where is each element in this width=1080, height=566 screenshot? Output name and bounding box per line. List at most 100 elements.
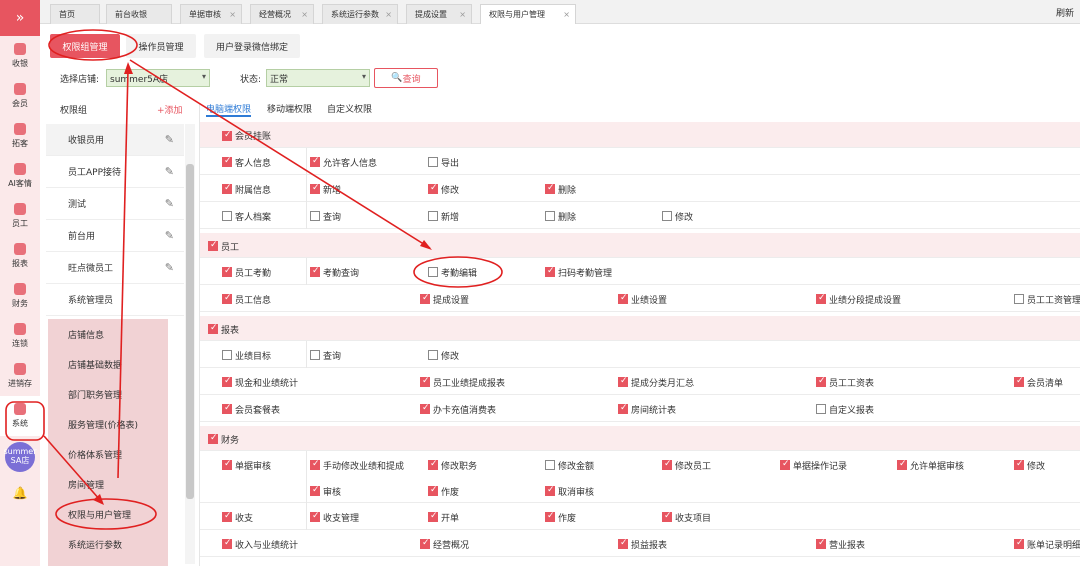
rail-item-2[interactable]: 拓客 bbox=[0, 116, 40, 156]
permission-checkbox[interactable]: 会员清单 bbox=[1014, 376, 1063, 389]
permission-checkbox[interactable]: 导出 bbox=[428, 156, 459, 169]
close-icon[interactable]: × bbox=[563, 10, 570, 19]
permission-checkbox[interactable]: 员工 bbox=[208, 240, 239, 253]
permission-checkbox[interactable]: 报表 bbox=[208, 323, 239, 336]
permission-checkbox[interactable]: 修改 bbox=[428, 349, 459, 362]
permission-checkbox[interactable]: 作废 bbox=[545, 511, 576, 524]
tab-permission-group[interactable]: 权限组管理 bbox=[50, 34, 120, 58]
permission-checkbox[interactable]: 办卡充值消费表 bbox=[420, 403, 496, 416]
permission-checkbox[interactable]: 员工业绩提成报表 bbox=[420, 376, 505, 389]
tab-operator[interactable]: 操作员管理 bbox=[126, 34, 196, 58]
menu-item[interactable]: 服务管理(价格表) bbox=[48, 409, 168, 439]
permission-checkbox[interactable]: 删除 bbox=[545, 183, 576, 196]
group-item[interactable]: 测试 ✎ bbox=[46, 188, 184, 220]
menu-item[interactable]: 权限与用户管理 bbox=[48, 499, 168, 529]
close-icon[interactable]: × bbox=[459, 10, 466, 19]
permission-checkbox[interactable]: 取消审核 bbox=[545, 485, 594, 498]
tab-custom-permission[interactable]: 自定义权限 bbox=[327, 102, 372, 115]
permission-checkbox[interactable]: 损益报表 bbox=[618, 538, 667, 551]
permission-checkbox[interactable]: 单据操作记录 bbox=[780, 459, 847, 472]
permission-checkbox[interactable]: 开单 bbox=[428, 511, 459, 524]
permission-checkbox[interactable]: 查询 bbox=[310, 210, 341, 223]
permission-checkbox[interactable]: 修改职务 bbox=[428, 459, 477, 472]
permission-checkbox[interactable]: 扫码考勤管理 bbox=[545, 266, 612, 279]
query-button[interactable]: 🔍 查询 bbox=[374, 68, 438, 88]
tab-6[interactable]: 权限与用户管理 × bbox=[480, 4, 576, 24]
permission-checkbox[interactable]: 员工信息 bbox=[222, 293, 271, 306]
menu-item[interactable]: 部门职务管理 bbox=[48, 379, 168, 409]
rail-item-4[interactable]: 员工 bbox=[0, 196, 40, 236]
permission-checkbox[interactable]: 查询 bbox=[310, 349, 341, 362]
permission-checkbox[interactable]: 提成设置 bbox=[420, 293, 469, 306]
permission-checkbox[interactable]: 员工工资管理 bbox=[1014, 293, 1080, 306]
close-icon[interactable]: × bbox=[301, 10, 308, 19]
permission-checkbox[interactable]: 会员挂账 bbox=[222, 129, 271, 142]
permission-checkbox[interactable]: 新增 bbox=[428, 210, 459, 223]
menu-item[interactable]: 店铺信息 bbox=[48, 319, 168, 349]
permission-checkbox[interactable]: 账单记录明细 bbox=[1014, 538, 1080, 551]
rail-item-5[interactable]: 报表 bbox=[0, 236, 40, 276]
pencil-icon[interactable]: ✎ bbox=[165, 197, 174, 210]
permission-checkbox[interactable]: 收支管理 bbox=[310, 511, 359, 524]
permission-checkbox[interactable]: 修改 bbox=[662, 210, 693, 223]
tab-pc-permission[interactable]: 电脑端权限 bbox=[206, 102, 252, 117]
permission-checkbox[interactable]: 收支 bbox=[222, 511, 253, 524]
refresh-button[interactable]: 刷新 bbox=[1056, 6, 1074, 19]
permission-checkbox[interactable]: 作废 bbox=[428, 485, 459, 498]
permission-checkbox[interactable]: 单据审核 bbox=[222, 459, 271, 472]
permission-checkbox[interactable]: 审核 bbox=[310, 485, 341, 498]
permission-checkbox[interactable]: 员工工资表 bbox=[816, 376, 874, 389]
permission-checkbox[interactable]: 附属信息 bbox=[222, 183, 271, 196]
permission-checkbox[interactable]: 业绩目标 bbox=[222, 349, 271, 362]
permission-checkbox[interactable]: 收支项目 bbox=[662, 511, 711, 524]
expand-icon[interactable]: » bbox=[0, 0, 40, 36]
permission-checkbox[interactable]: 会员套餐表 bbox=[222, 403, 280, 416]
menu-item[interactable]: 价格体系管理 bbox=[48, 439, 168, 469]
close-icon[interactable]: × bbox=[385, 10, 392, 19]
permission-checkbox[interactable]: 考勤查询 bbox=[310, 266, 359, 279]
permission-checkbox[interactable]: 财务 bbox=[208, 433, 239, 446]
permission-checkbox[interactable]: 提成分类月汇总 bbox=[618, 376, 694, 389]
permission-checkbox[interactable]: 修改员工 bbox=[662, 459, 711, 472]
permission-checkbox[interactable]: 允许单据审核 bbox=[897, 459, 964, 472]
store-select[interactable]: summer5A店 ▾ bbox=[106, 69, 210, 87]
group-item[interactable]: 收银员用 ✎ bbox=[46, 124, 184, 156]
permission-checkbox[interactable]: 手动修改业绩和提成 bbox=[310, 459, 404, 472]
permission-checkbox[interactable]: 允许客人信息 bbox=[310, 156, 377, 169]
rail-item-8[interactable]: 进销存 bbox=[0, 356, 40, 396]
status-select[interactable]: 正常 ▾ bbox=[266, 69, 370, 87]
group-item[interactable]: 系统管理员 bbox=[46, 284, 184, 316]
tab-3[interactable]: 经营概况 × bbox=[250, 4, 314, 24]
rail-item-0[interactable]: 收银 bbox=[0, 36, 40, 76]
group-item[interactable]: 旺点微员工 ✎ bbox=[46, 252, 184, 284]
pencil-icon[interactable]: ✎ bbox=[165, 261, 174, 274]
group-item[interactable]: 员工APP接待 ✎ bbox=[46, 156, 184, 188]
tab-0[interactable]: 首页 bbox=[50, 4, 100, 24]
rail-item-1[interactable]: 会员 bbox=[0, 76, 40, 116]
bell-icon[interactable]: 🔔 bbox=[0, 486, 40, 500]
scrollbar-thumb[interactable] bbox=[186, 164, 194, 499]
permission-checkbox[interactable]: 经营概况 bbox=[420, 538, 469, 551]
tab-2[interactable]: 单据审核 × bbox=[180, 4, 242, 24]
pencil-icon[interactable]: ✎ bbox=[165, 229, 174, 242]
tab-wechat-bind[interactable]: 用户登录微信绑定 bbox=[204, 34, 300, 58]
rail-item-6[interactable]: 财务 bbox=[0, 276, 40, 316]
permission-checkbox[interactable]: 修改金额 bbox=[545, 459, 594, 472]
pencil-icon[interactable]: ✎ bbox=[165, 165, 174, 178]
permission-checkbox[interactable]: 自定义报表 bbox=[816, 403, 874, 416]
rail-item-7[interactable]: 连锁 bbox=[0, 316, 40, 356]
tab-4[interactable]: 系统运行参数 × bbox=[322, 4, 398, 24]
permission-checkbox[interactable]: 新增 bbox=[310, 183, 341, 196]
menu-item[interactable]: 店铺基础数据 bbox=[48, 349, 168, 379]
group-item[interactable]: 前台用 ✎ bbox=[46, 220, 184, 252]
permission-checkbox[interactable]: 房间统计表 bbox=[618, 403, 676, 416]
permission-checkbox[interactable]: 修改 bbox=[428, 183, 459, 196]
pencil-icon[interactable]: ✎ bbox=[165, 133, 174, 146]
add-group-button[interactable]: +添加 bbox=[157, 103, 183, 116]
permission-checkbox[interactable]: 考勤编辑 bbox=[428, 266, 477, 279]
permission-checkbox[interactable]: 收入与业绩统计 bbox=[222, 538, 298, 551]
rail-item-9[interactable]: 系统 bbox=[0, 396, 40, 436]
menu-item[interactable]: 系统运行参数 bbox=[48, 529, 168, 559]
permission-checkbox[interactable]: 员工考勤 bbox=[222, 266, 271, 279]
store-avatar[interactable]: summer SA店 bbox=[3, 442, 37, 472]
